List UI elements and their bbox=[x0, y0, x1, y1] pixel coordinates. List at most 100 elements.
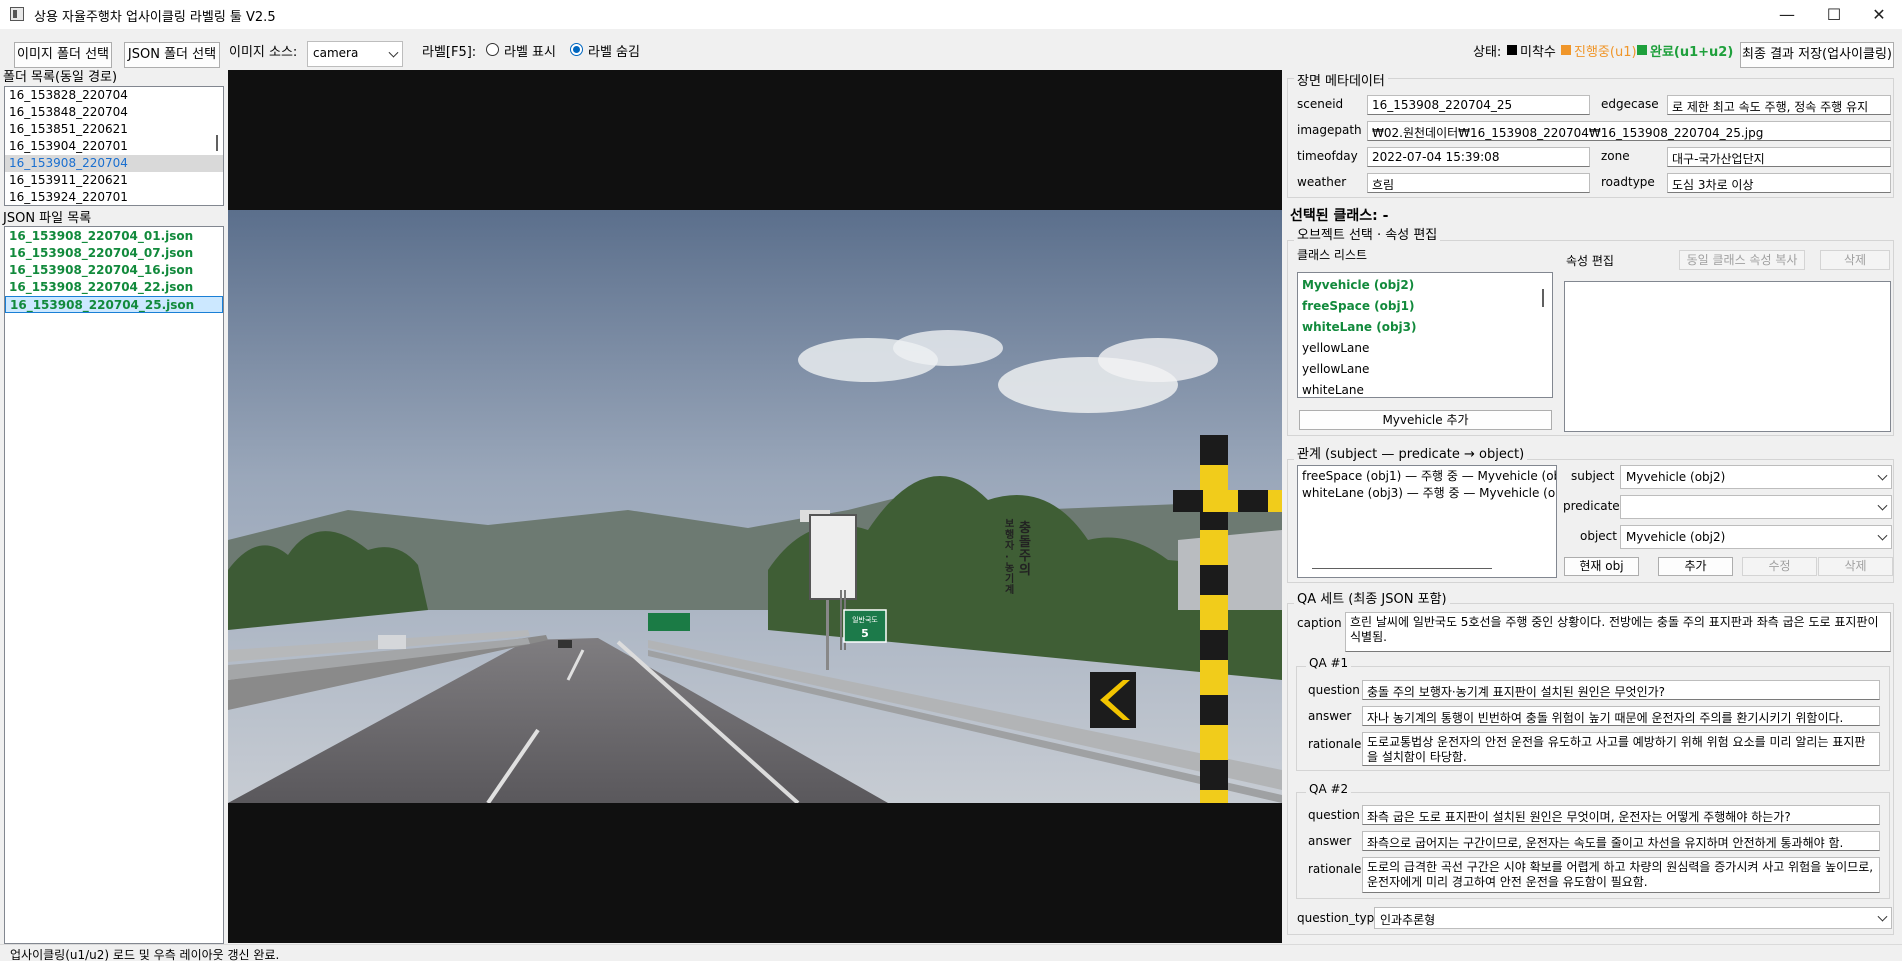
label-show-radio[interactable] bbox=[486, 43, 499, 56]
chevron-down-icon bbox=[1877, 500, 1888, 511]
json-item[interactable]: 16_153908_220704_22.json bbox=[5, 279, 223, 296]
class-list[interactable]: Myvehicle (obj2) freeSpace (obj1) whiteL… bbox=[1297, 272, 1553, 398]
predicate-select[interactable] bbox=[1620, 495, 1892, 519]
route-sign-text: 일반국도 bbox=[852, 615, 878, 624]
attr-edit-label: 속성 편집 bbox=[1566, 254, 1614, 268]
warning-sign-col-left: 보행자·농기계 bbox=[1005, 519, 1015, 596]
qa1-answer-field[interactable]: 자나 농기계의 통행이 빈번하여 충돌 위험이 높기 때문에 운전자의 주의를 … bbox=[1362, 706, 1880, 726]
json-item-selected[interactable]: 16_153908_220704_25.json bbox=[5, 296, 223, 313]
relation-item[interactable]: whiteLane (obj3) — 주행 중 — Myvehicle (obj… bbox=[1298, 485, 1556, 502]
folder-item[interactable]: 16_153848_220704 bbox=[5, 104, 223, 121]
object-value: Myvehicle (obj2) bbox=[1626, 530, 1726, 544]
predicate-label: predicate bbox=[1563, 499, 1620, 513]
json-item[interactable]: 16_153908_220704_16.json bbox=[5, 262, 223, 279]
status-text: 업사이클링(u1/u2) 로드 및 우측 레이아웃 갱신 완료. bbox=[10, 948, 280, 961]
qa2-answer-field[interactable]: 좌측으로 굽어지는 구간이므로, 운전자는 속도를 줄이고 차선을 유지하며 안… bbox=[1362, 831, 1880, 851]
sceneid-label: sceneid bbox=[1297, 97, 1344, 111]
weather-label: weather bbox=[1297, 175, 1347, 189]
sceneid-field[interactable]: 16_153908_220704_25 bbox=[1367, 95, 1590, 115]
image-viewer[interactable]: 일반국도 5 충돌주의 보행자·농기계 bbox=[228, 70, 1282, 943]
zone-field[interactable]: 대구-국가산업단지 bbox=[1667, 147, 1891, 167]
add-relation-button[interactable]: 추가 bbox=[1658, 557, 1733, 576]
save-final-button[interactable]: 최종 결과 저장(업사이클링) bbox=[1740, 42, 1894, 68]
class-item[interactable]: yellowLane bbox=[1298, 338, 1552, 359]
qa2-rationale-field[interactable]: 도로의 급격한 곡선 구간은 시야 확보를 어렵게 하고 차량의 원심력을 증가… bbox=[1362, 857, 1880, 893]
edit-relation-button[interactable]: 수정 bbox=[1742, 557, 1817, 576]
chevron-down-icon bbox=[1877, 530, 1888, 541]
folder-item[interactable]: 16_153924_220701 bbox=[5, 189, 223, 205]
maximize-button[interactable]: ☐ bbox=[1811, 0, 1857, 29]
folder-list[interactable]: 16_153828_220704 16_153848_220704 16_153… bbox=[4, 86, 224, 206]
chevron-down-icon bbox=[1877, 470, 1888, 481]
add-myvehicle-button[interactable]: Myvehicle 추가 bbox=[1299, 410, 1552, 430]
roadtype-label: roadtype bbox=[1601, 175, 1655, 189]
json-item[interactable]: 16_153908_220704_01.json bbox=[5, 228, 223, 245]
road-scene-image: 일반국도 5 bbox=[228, 210, 1282, 803]
class-item-labeled[interactable]: Myvehicle (obj2) bbox=[1298, 275, 1552, 296]
object-select[interactable]: Myvehicle (obj2) bbox=[1620, 525, 1892, 549]
class-item-labeled[interactable]: whiteLane (obj3) bbox=[1298, 317, 1552, 338]
folder-item[interactable]: 16_153828_220704 bbox=[5, 87, 223, 104]
qa1-rationale-label: rationale bbox=[1308, 737, 1362, 751]
attr-edit-area[interactable] bbox=[1564, 281, 1891, 432]
folder-item[interactable]: 16_153904_220701 bbox=[5, 138, 223, 155]
folder-item[interactable]: 16_153851_220621 bbox=[5, 121, 223, 138]
weather-field[interactable]: 흐림 bbox=[1367, 173, 1590, 193]
json-item[interactable]: 16_153908_220704_07.json bbox=[5, 245, 223, 262]
edgecase-field[interactable]: 로 제한 최고 속도 주행, 정속 주행 유지 bbox=[1667, 95, 1891, 115]
class-list-label: 클래스 리스트 bbox=[1297, 248, 1368, 262]
qa2-question-label: question bbox=[1308, 808, 1360, 822]
image-source-select[interactable]: camera bbox=[307, 41, 403, 67]
subject-value: Myvehicle (obj2) bbox=[1626, 470, 1726, 484]
folder-item[interactable]: 16_153911_220621 bbox=[5, 172, 223, 189]
label-hide-text: 라벨 숨김 bbox=[588, 45, 640, 60]
class-item-labeled[interactable]: freeSpace (obj1) bbox=[1298, 296, 1552, 317]
edgecase-label: edgecase bbox=[1601, 97, 1659, 111]
close-button[interactable]: ✕ bbox=[1856, 0, 1902, 29]
qa2-question-field[interactable]: 좌측 굽은 도로 표지판이 설치된 원인은 무엇이며, 운전자는 어떻게 주행해… bbox=[1362, 805, 1880, 825]
timeofday-field[interactable]: 2022-07-04 15:39:08 bbox=[1367, 147, 1590, 167]
legend-not-started-swatch bbox=[1507, 45, 1517, 55]
relation-item[interactable]: freeSpace (obj1) — 주행 중 — Myvehicle (obj… bbox=[1298, 468, 1556, 485]
status-bar: 업사이클링(u1/u2) 로드 및 우측 레이아웃 갱신 완료. bbox=[0, 944, 1902, 961]
selected-class-label: 선택된 클래스: - bbox=[1290, 208, 1389, 224]
relations-hscrollbar[interactable] bbox=[1312, 568, 1492, 569]
roadtype-field[interactable]: 도심 3차로 이상 bbox=[1667, 173, 1891, 193]
zone-label: zone bbox=[1601, 149, 1630, 163]
qa1-question-field[interactable]: 충돌 주의 보행자·농기계 표지판이 설치된 원인은 무엇인가? bbox=[1362, 680, 1880, 700]
caption-label: caption bbox=[1297, 616, 1342, 630]
relations-list[interactable]: freeSpace (obj1) — 주행 중 — Myvehicle (obj… bbox=[1297, 465, 1557, 578]
qa1-rationale-field[interactable]: 도로교통법상 운전자의 안전 운전을 유도하고 사고를 예방하기 위해 위험 요… bbox=[1362, 732, 1880, 766]
question-type-value: 인과추론형 bbox=[1380, 913, 1436, 927]
legend-in-progress-swatch bbox=[1561, 45, 1571, 55]
minimize-button[interactable]: — bbox=[1764, 0, 1810, 29]
class-list-scrollbar[interactable] bbox=[1542, 289, 1544, 307]
qa1-title: QA #1 bbox=[1306, 656, 1352, 670]
current-obj-button[interactable]: 현재 obj bbox=[1564, 557, 1639, 576]
copy-attr-button[interactable]: 동일 클래스 속성 복사 bbox=[1679, 250, 1805, 270]
delete-attr-button[interactable]: 삭제 bbox=[1820, 250, 1890, 270]
question-type-select[interactable]: 인과추론형 bbox=[1374, 907, 1892, 929]
folder-item-selected[interactable]: 16_153908_220704 bbox=[5, 155, 223, 172]
label-toggle-label: 라벨[F5]: bbox=[422, 45, 477, 60]
subject-label: subject bbox=[1571, 469, 1615, 483]
image-folder-button[interactable]: 이미지 폴더 선택 bbox=[14, 42, 112, 68]
imagepath-field[interactable]: ₩02.원천데이터₩16_153908_220704₩16_153908_220… bbox=[1367, 121, 1891, 141]
label-hide-radio[interactable] bbox=[570, 43, 583, 56]
imagepath-label: imagepath bbox=[1297, 123, 1362, 137]
subject-select[interactable]: Myvehicle (obj2) bbox=[1620, 465, 1892, 489]
qa2-title: QA #2 bbox=[1306, 782, 1352, 796]
status-label: 상태: bbox=[1473, 45, 1502, 60]
qa1-question-label: question bbox=[1308, 683, 1360, 697]
caption-field[interactable]: 흐린 날씨에 일반국도 5호선을 주행 중인 상황이다. 전방에는 충돌 주의 … bbox=[1345, 612, 1891, 652]
question-type-label: question_type bbox=[1297, 911, 1382, 925]
json-file-list[interactable]: 16_153908_220704_01.json 16_153908_22070… bbox=[4, 226, 224, 944]
route-sign-number: 5 bbox=[861, 627, 869, 640]
folder-list-scrollbar[interactable] bbox=[216, 135, 218, 151]
json-list-title: JSON 파일 목록 bbox=[3, 211, 92, 226]
class-item[interactable]: yellowLane bbox=[1298, 359, 1552, 380]
class-item[interactable]: whiteLane bbox=[1298, 380, 1552, 397]
json-folder-button[interactable]: JSON 폴더 선택 bbox=[124, 42, 220, 68]
delete-relation-button[interactable]: 삭제 bbox=[1818, 557, 1893, 576]
legend-not-started: 미착수 bbox=[1520, 45, 1556, 60]
